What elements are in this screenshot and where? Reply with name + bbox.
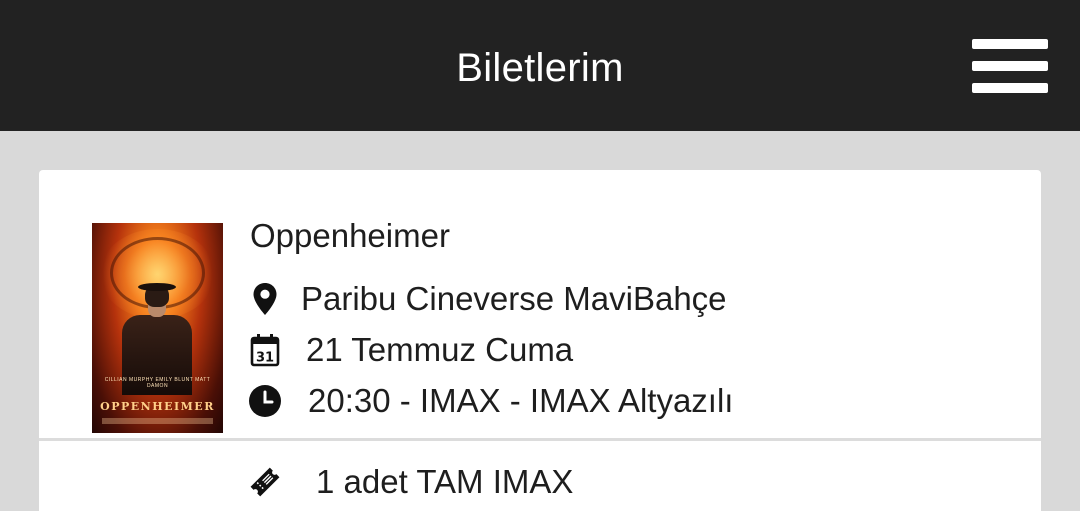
poster-fine-print (102, 418, 213, 424)
menu-line (972, 39, 1048, 49)
cinema-name: Paribu Cineverse MaviBahçe (301, 280, 727, 317)
menu-line (972, 61, 1048, 71)
menu-line (972, 83, 1048, 93)
time-row: 20:30 - IMAX - IMAX Altyazılı (248, 379, 733, 423)
card-divider (39, 438, 1041, 441)
top-bar: Biletlerim (0, 0, 1080, 131)
calendar-day-number: 31 (256, 351, 274, 366)
calendar-icon: 31 (248, 330, 282, 370)
poster-figure-hat (138, 283, 176, 291)
date-row: 31 21 Temmuz Cuma (248, 328, 573, 372)
show-date: 21 Temmuz Cuma (306, 331, 574, 368)
cinema-row: Paribu Cineverse MaviBahçe (248, 277, 727, 321)
clock-icon (248, 381, 282, 421)
poster-title: OPPENHEIMER (100, 400, 215, 413)
ticket-count-row: 1 adet TAM IMAX (248, 460, 573, 504)
hamburger-menu-icon[interactable] (970, 38, 1050, 94)
ticket-icon (248, 462, 282, 502)
movie-poster[interactable]: CILLIAN MURPHY EMILY BLUNT MATT DAMON OP… (92, 223, 223, 433)
location-pin-icon (248, 279, 282, 319)
poster-credit-line: CILLIAN MURPHY EMILY BLUNT MATT DAMON (104, 377, 211, 389)
movie-title: Oppenheimer (250, 217, 450, 254)
ticket-quantity: 1 adet TAM IMAX (316, 463, 574, 500)
ticket-card[interactable]: CILLIAN MURPHY EMILY BLUNT MATT DAMON OP… (39, 170, 1041, 511)
page-title: Biletlerim (456, 46, 624, 90)
showtime: 20:30 - IMAX - IMAX Altyazılı (308, 382, 734, 419)
